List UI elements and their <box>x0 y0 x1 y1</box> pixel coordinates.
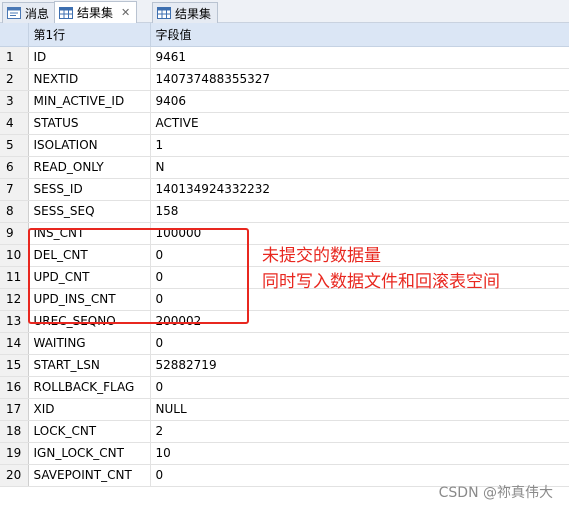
row-number[interactable]: 15 <box>0 354 29 377</box>
row-number[interactable]: 13 <box>0 310 29 333</box>
tab-messages[interactable]: 消息 <box>2 2 57 23</box>
field-value-cell[interactable]: 100000 <box>150 222 569 245</box>
table-row[interactable]: 4 STATUS ACTIVE <box>0 112 569 135</box>
table-row[interactable]: 19 IGN_LOCK_CNT 10 <box>0 442 569 465</box>
table-row[interactable]: 17 XID NULL <box>0 398 569 421</box>
field-name-cell[interactable]: READ_ONLY <box>28 156 151 179</box>
field-name-cell[interactable]: INS_CNT <box>28 222 151 245</box>
field-name-cell[interactable]: ROLLBACK_FLAG <box>28 376 151 399</box>
field-value-cell[interactable]: N <box>150 156 569 179</box>
row-number[interactable]: 14 <box>0 332 29 355</box>
field-value-cell[interactable]: 1 <box>150 134 569 157</box>
tab-result-set-1[interactable]: 结果集 ✕ <box>54 1 138 23</box>
row-number[interactable]: 11 <box>0 266 29 289</box>
header-row: 第1行 字段值 <box>0 23 569 47</box>
row-number[interactable]: 2 <box>0 68 29 91</box>
field-value-cell[interactable]: ACTIVE <box>150 112 569 135</box>
field-name-cell[interactable]: STATUS <box>28 112 151 135</box>
row-number[interactable]: 19 <box>0 442 29 465</box>
table-row[interactable]: 5 ISOLATION 1 <box>0 134 569 157</box>
field-value-cell[interactable]: 2 <box>150 420 569 443</box>
column-header-field[interactable]: 第1行 <box>28 23 151 47</box>
close-icon[interactable]: ✕ <box>121 6 130 19</box>
table-row[interactable]: 18 LOCK_CNT 2 <box>0 420 569 443</box>
field-value-cell[interactable]: 200002 <box>150 310 569 333</box>
field-value-cell[interactable]: 158 <box>150 200 569 223</box>
field-value-cell[interactable]: 0 <box>150 332 569 355</box>
tab-label: 结果集 <box>175 6 212 21</box>
table-row[interactable]: 14 WAITING 0 <box>0 332 569 355</box>
field-value-cell[interactable]: 10 <box>150 442 569 465</box>
field-name-cell[interactable]: WAITING <box>28 332 151 355</box>
row-number[interactable]: 6 <box>0 156 29 179</box>
annotation: 未提交的数据量 同时写入数据文件和回滚表空间 <box>262 243 500 295</box>
row-number[interactable]: 1 <box>0 46 29 69</box>
tab-bar: 消息 结果集 ✕ 结果集 <box>0 0 569 23</box>
table-row[interactable]: 16 ROLLBACK_FLAG 0 <box>0 376 569 399</box>
message-icon <box>7 7 21 19</box>
field-value-cell[interactable]: 9406 <box>150 90 569 113</box>
table-row[interactable]: 2 NEXTID 140737488355327 <box>0 68 569 91</box>
grid-icon <box>157 7 171 19</box>
table-row[interactable]: 6 READ_ONLY N <box>0 156 569 179</box>
field-value-cell[interactable]: 0 <box>150 376 569 399</box>
field-name-cell[interactable]: UPD_INS_CNT <box>28 288 151 311</box>
row-number[interactable]: 16 <box>0 376 29 399</box>
field-name-cell[interactable]: START_LSN <box>28 354 151 377</box>
table-row[interactable]: 3 MIN_ACTIVE_ID 9406 <box>0 90 569 113</box>
field-name-cell[interactable]: IGN_LOCK_CNT <box>28 442 151 465</box>
table-row[interactable]: 9 INS_CNT 100000 <box>0 222 569 245</box>
row-number[interactable]: 18 <box>0 420 29 443</box>
table-row[interactable]: 1 ID 9461 <box>0 46 569 69</box>
table-row[interactable]: 8 SESS_SEQ 158 <box>0 200 569 223</box>
field-name-cell[interactable]: SESS_ID <box>28 178 151 201</box>
field-name-cell[interactable]: SESS_SEQ <box>28 200 151 223</box>
field-name-cell[interactable]: UREC_SEQNO <box>28 310 151 333</box>
field-name-cell[interactable]: ISOLATION <box>28 134 151 157</box>
row-number[interactable]: 4 <box>0 112 29 135</box>
field-name-cell[interactable]: LOCK_CNT <box>28 420 151 443</box>
tab-label: 消息 <box>25 6 50 21</box>
watermark: CSDN @祢真伟大 <box>438 485 553 501</box>
tab-result-set-2[interactable]: 结果集 <box>152 2 219 23</box>
field-name-cell[interactable]: NEXTID <box>28 68 151 91</box>
table-row[interactable]: 7 SESS_ID 140134924332232 <box>0 178 569 201</box>
annotation-line-2: 同时写入数据文件和回滚表空间 <box>262 272 500 292</box>
grid-icon <box>59 6 73 19</box>
field-value-cell[interactable]: NULL <box>150 398 569 421</box>
field-name-cell[interactable]: ID <box>28 46 151 69</box>
row-number-header[interactable] <box>0 23 29 47</box>
field-name-cell[interactable]: DEL_CNT <box>28 244 151 267</box>
row-number[interactable]: 9 <box>0 222 29 245</box>
field-value-cell[interactable]: 140737488355327 <box>150 68 569 91</box>
column-header-value[interactable]: 字段值 <box>150 23 569 47</box>
field-name-cell[interactable]: MIN_ACTIVE_ID <box>28 90 151 113</box>
field-name-cell[interactable]: SAVEPOINT_CNT <box>28 464 151 487</box>
table-row[interactable]: 13 UREC_SEQNO 200002 <box>0 310 569 333</box>
field-value-cell[interactable]: 140134924332232 <box>150 178 569 201</box>
field-value-cell[interactable]: 9461 <box>150 46 569 69</box>
field-name-cell[interactable]: UPD_CNT <box>28 266 151 289</box>
table-row[interactable]: 15 START_LSN 52882719 <box>0 354 569 377</box>
row-number[interactable]: 8 <box>0 200 29 223</box>
row-number[interactable]: 5 <box>0 134 29 157</box>
row-number[interactable]: 3 <box>0 90 29 113</box>
row-number[interactable]: 12 <box>0 288 29 311</box>
row-number[interactable]: 17 <box>0 398 29 421</box>
annotation-line-1: 未提交的数据量 <box>262 246 381 266</box>
tab-label: 结果集 <box>77 6 114 20</box>
row-number[interactable]: 7 <box>0 178 29 201</box>
field-value-cell[interactable]: 52882719 <box>150 354 569 377</box>
field-name-cell[interactable]: XID <box>28 398 151 421</box>
row-number[interactable]: 10 <box>0 244 29 267</box>
row-number[interactable]: 20 <box>0 464 29 487</box>
